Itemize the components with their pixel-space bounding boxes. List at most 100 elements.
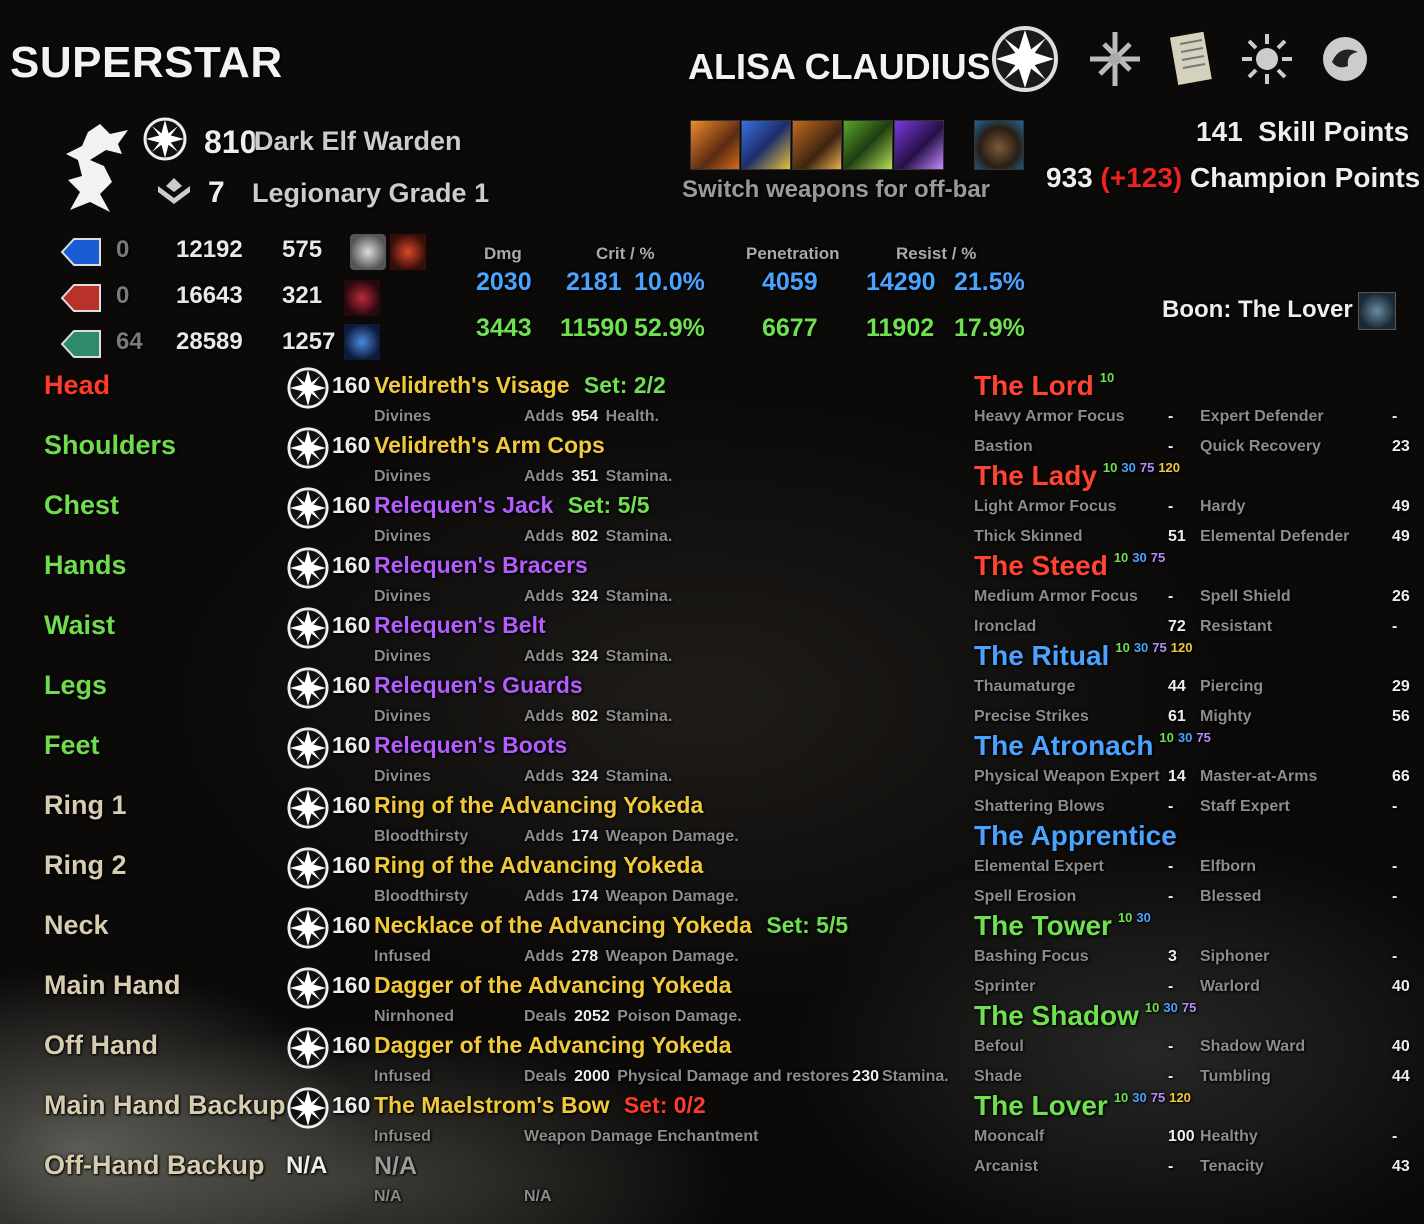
scroll-tab-icon[interactable] <box>1158 24 1228 94</box>
star-value: - <box>1168 798 1174 815</box>
equip-slot-label: Ring 1 <box>44 790 127 820</box>
equip-item-name[interactable]: Ring of the Advancing Yokeda <box>374 792 703 819</box>
item-level: 160 <box>332 852 371 878</box>
champion-badge-icon <box>286 1086 330 1130</box>
equip-item-name[interactable]: Velidreth's Visage Set: 2/2 <box>374 372 666 399</box>
constellation-heading[interactable]: The Ritual 10 30 75 120 <box>974 640 1192 672</box>
star-name[interactable]: Elemental Expert <box>974 858 1104 876</box>
star-name[interactable]: Shadow Ward <box>1200 1038 1305 1056</box>
equip-item-name[interactable]: Relequen's Boots <box>374 732 567 759</box>
enchant-prefix: Adds <box>524 468 564 485</box>
swirl-tab-icon[interactable] <box>1310 24 1380 94</box>
champion-tab-icon[interactable] <box>990 24 1060 94</box>
star-value: 26 <box>1392 588 1410 605</box>
constellation-heading[interactable]: The Tower 10 30 <box>974 910 1151 942</box>
constellation-heading[interactable]: The Shadow 10 30 75 <box>974 1000 1196 1032</box>
star-name[interactable]: Physical Weapon Expert <box>974 768 1160 786</box>
star-name[interactable]: Mighty <box>1200 708 1252 726</box>
sun-tab-icon[interactable] <box>1232 24 1302 94</box>
champion-badge-icon <box>286 366 330 410</box>
equip-item-name[interactable]: Velidreth's Arm Cops <box>374 432 605 459</box>
star-name[interactable]: Tumbling <box>1200 1068 1271 1086</box>
equip-item-name[interactable]: Relequen's Guards <box>374 672 583 699</box>
magicka-base: 0 <box>116 236 130 263</box>
star-name[interactable]: Expert Defender <box>1200 408 1324 426</box>
champion-badge-icon <box>286 486 330 530</box>
constellation-heading[interactable]: The Lady 10 30 75 120 <box>974 460 1180 492</box>
buff-blue-icon <box>344 324 380 360</box>
item-trait: Divines <box>374 708 431 725</box>
equip-item-name[interactable]: The Maelstrom's Bow Set: 0/2 <box>374 1092 706 1119</box>
enchant-suffix: Weapon Damage. <box>605 888 739 905</box>
star-name[interactable]: Ironclad <box>974 618 1036 636</box>
star-name[interactable]: Staff Expert <box>1200 798 1290 816</box>
star-name[interactable]: Medium Armor Focus <box>974 588 1138 606</box>
star-name[interactable]: Warlord <box>1200 978 1260 996</box>
star-name[interactable]: Bashing Focus <box>974 948 1089 966</box>
star-name[interactable]: Spell Erosion <box>974 888 1076 906</box>
star-name[interactable]: Tenacity <box>1200 1158 1264 1176</box>
constellation-heading[interactable]: The Atronach 10 30 75 <box>974 730 1211 762</box>
constellation-heading[interactable]: The Steed 10 30 75 <box>974 550 1165 582</box>
star-name[interactable]: Befoul <box>974 1038 1024 1056</box>
equip-slot-label: Off-Hand Backup <box>44 1150 265 1180</box>
enchant-prefix: Adds <box>524 528 564 545</box>
star-name[interactable]: Sprinter <box>974 978 1035 996</box>
star-name[interactable]: Piercing <box>1200 678 1263 696</box>
spell-crit-pct: 10.0% <box>634 268 705 296</box>
star-name[interactable]: Elemental Defender <box>1200 528 1349 546</box>
star-name[interactable]: Arcanist <box>974 1158 1038 1176</box>
ultimate-slot-icon[interactable] <box>974 120 1024 170</box>
star-name[interactable]: Resistant <box>1200 618 1272 636</box>
skill-slot-4-icon[interactable] <box>843 120 893 170</box>
equip-item-name[interactable]: Dagger of the Advancing Yokeda <box>374 972 731 999</box>
star-name[interactable]: Light Armor Focus <box>974 498 1117 516</box>
star-value: - <box>1392 408 1398 425</box>
skill-slot-5-icon[interactable] <box>894 120 944 170</box>
weapon-crit-pct: 52.9% <box>634 314 705 342</box>
star-name[interactable]: Bastion <box>974 438 1033 456</box>
skill-slot-2-icon[interactable] <box>741 120 791 170</box>
star-name[interactable]: Thick Skinned <box>974 528 1082 546</box>
skills-tab-icon[interactable] <box>1080 24 1150 94</box>
equip-item-name[interactable]: N/A <box>374 1152 417 1181</box>
item-enchant: Adds 324 Stamina. <box>524 768 672 786</box>
skill-slot-1-icon[interactable] <box>690 120 740 170</box>
star-name[interactable]: Shattering Blows <box>974 798 1105 816</box>
star-name[interactable]: Quick Recovery <box>1200 438 1321 456</box>
constellation-heading[interactable]: The Lover 10 30 75 120 <box>974 1090 1191 1122</box>
health-gem-icon <box>60 282 104 321</box>
star-name[interactable]: Shade <box>974 1068 1022 1086</box>
star-name[interactable]: Blessed <box>1200 888 1261 906</box>
equip-item-name[interactable]: Relequen's Bracers <box>374 552 588 579</box>
constellation-heading[interactable]: The Apprentice <box>974 820 1177 852</box>
constellation-heading[interactable]: The Lord 10 <box>974 370 1114 402</box>
alliance-dragon-icon <box>66 124 128 212</box>
star-name[interactable]: Mooncalf <box>974 1128 1044 1146</box>
equip-slot-label: Hands <box>44 550 127 580</box>
star-name[interactable]: Siphoner <box>1200 948 1269 966</box>
equip-item-name[interactable]: Relequen's Jack Set: 5/5 <box>374 492 650 519</box>
item-level: 160 <box>332 552 371 578</box>
constellation-name: The Steed <box>974 550 1108 581</box>
skill-slot-3-icon[interactable] <box>792 120 842 170</box>
star-name[interactable]: Hardy <box>1200 498 1245 516</box>
enchant-suffix: Stamina. <box>605 708 673 725</box>
star-name[interactable]: Healthy <box>1200 1128 1258 1146</box>
star-name[interactable]: Elfborn <box>1200 858 1256 876</box>
champion-badge-icon <box>286 786 330 830</box>
equip-item-name[interactable]: Relequen's Belt <box>374 612 546 639</box>
equip-item-name[interactable]: Necklace of the Advancing Yokeda Set: 5/… <box>374 912 848 939</box>
equip-item-name[interactable]: Ring of the Advancing Yokeda <box>374 852 703 879</box>
enchant-prefix: N/A <box>524 1188 552 1205</box>
star-name[interactable]: Spell Shield <box>1200 588 1291 606</box>
champion-badge-icon <box>286 966 330 1010</box>
item-name-text: Relequen's Bracers <box>374 552 588 578</box>
star-name[interactable]: Precise Strikes <box>974 708 1089 726</box>
equip-item-name[interactable]: Dagger of the Advancing Yokeda <box>374 1032 731 1059</box>
star-name[interactable]: Heavy Armor Focus <box>974 408 1125 426</box>
star-name[interactable]: Thaumaturge <box>974 678 1075 696</box>
spell-penetration: 4059 <box>762 268 818 296</box>
item-enchant: Weapon Damage Enchantment <box>524 1128 758 1146</box>
star-name[interactable]: Master-at-Arms <box>1200 768 1317 786</box>
